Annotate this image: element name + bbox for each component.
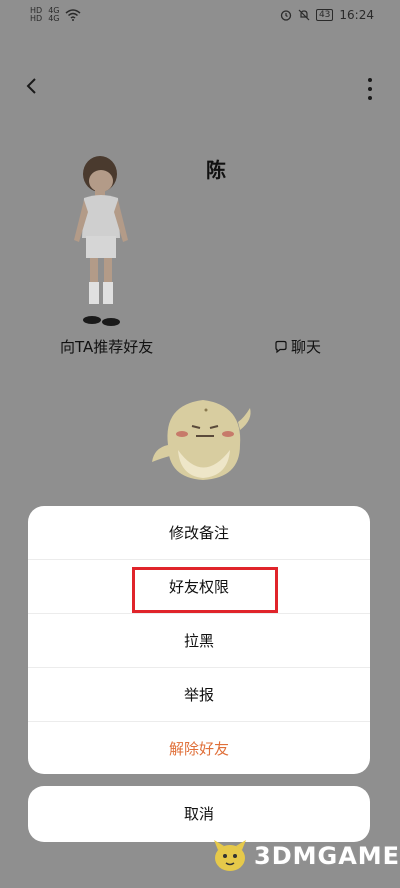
- remove-friend-option[interactable]: 解除好友: [28, 722, 370, 774]
- chevron-left-icon: [26, 78, 36, 94]
- wifi-icon: [65, 9, 81, 21]
- mute-icon: [298, 9, 310, 21]
- block-option[interactable]: 拉黑: [28, 614, 370, 668]
- alarm-icon: [280, 10, 292, 21]
- edit-remark-option[interactable]: 修改备注: [28, 506, 370, 560]
- highlight-box: [132, 567, 278, 613]
- more-dot-icon: [368, 87, 372, 91]
- status-left: HD HD 4G 4G: [30, 7, 81, 23]
- network-indicator: 4G 4G: [48, 7, 59, 23]
- recommend-friend-button[interactable]: 向TA推荐好友: [60, 336, 153, 357]
- chat-button[interactable]: 聊天: [274, 336, 321, 357]
- more-dot-icon: [368, 96, 372, 100]
- net2-label: 4G: [48, 14, 60, 23]
- friend-permission-option[interactable]: 好友权限: [28, 560, 370, 614]
- back-button[interactable]: [24, 76, 48, 100]
- profile-page: 陈 向TA推荐好友 聊天 修改备注 好友权限 拉黑 举报 解除好友 取消 3DM…: [0, 30, 400, 888]
- chat-bubble-icon: [275, 340, 287, 353]
- watermark: 3DMGAME: [210, 836, 400, 876]
- chat-label: 聊天: [291, 338, 322, 356]
- more-options-button[interactable]: [366, 78, 374, 100]
- battery-indicator: 43: [315, 9, 334, 21]
- more-dot-icon: [368, 78, 372, 82]
- watermark-text: 3DMGAME: [254, 842, 400, 870]
- sim2-label: HD: [30, 14, 43, 23]
- status-bar: HD HD 4G 4G 43 16:24: [0, 0, 400, 30]
- watermark-logo-icon: [214, 840, 246, 871]
- status-right: 43 16:24: [280, 8, 374, 22]
- mascot-illustration: [152, 400, 251, 480]
- sim-indicator: HD HD: [30, 7, 42, 23]
- action-sheet: 修改备注 好友权限 拉黑 举报 解除好友: [28, 506, 370, 774]
- profile-name: 陈: [206, 158, 226, 182]
- avatar-3d-figure: [74, 156, 128, 326]
- report-option[interactable]: 举报: [28, 668, 370, 722]
- clock: 16:24: [339, 8, 374, 22]
- cancel-button[interactable]: 取消: [28, 786, 370, 842]
